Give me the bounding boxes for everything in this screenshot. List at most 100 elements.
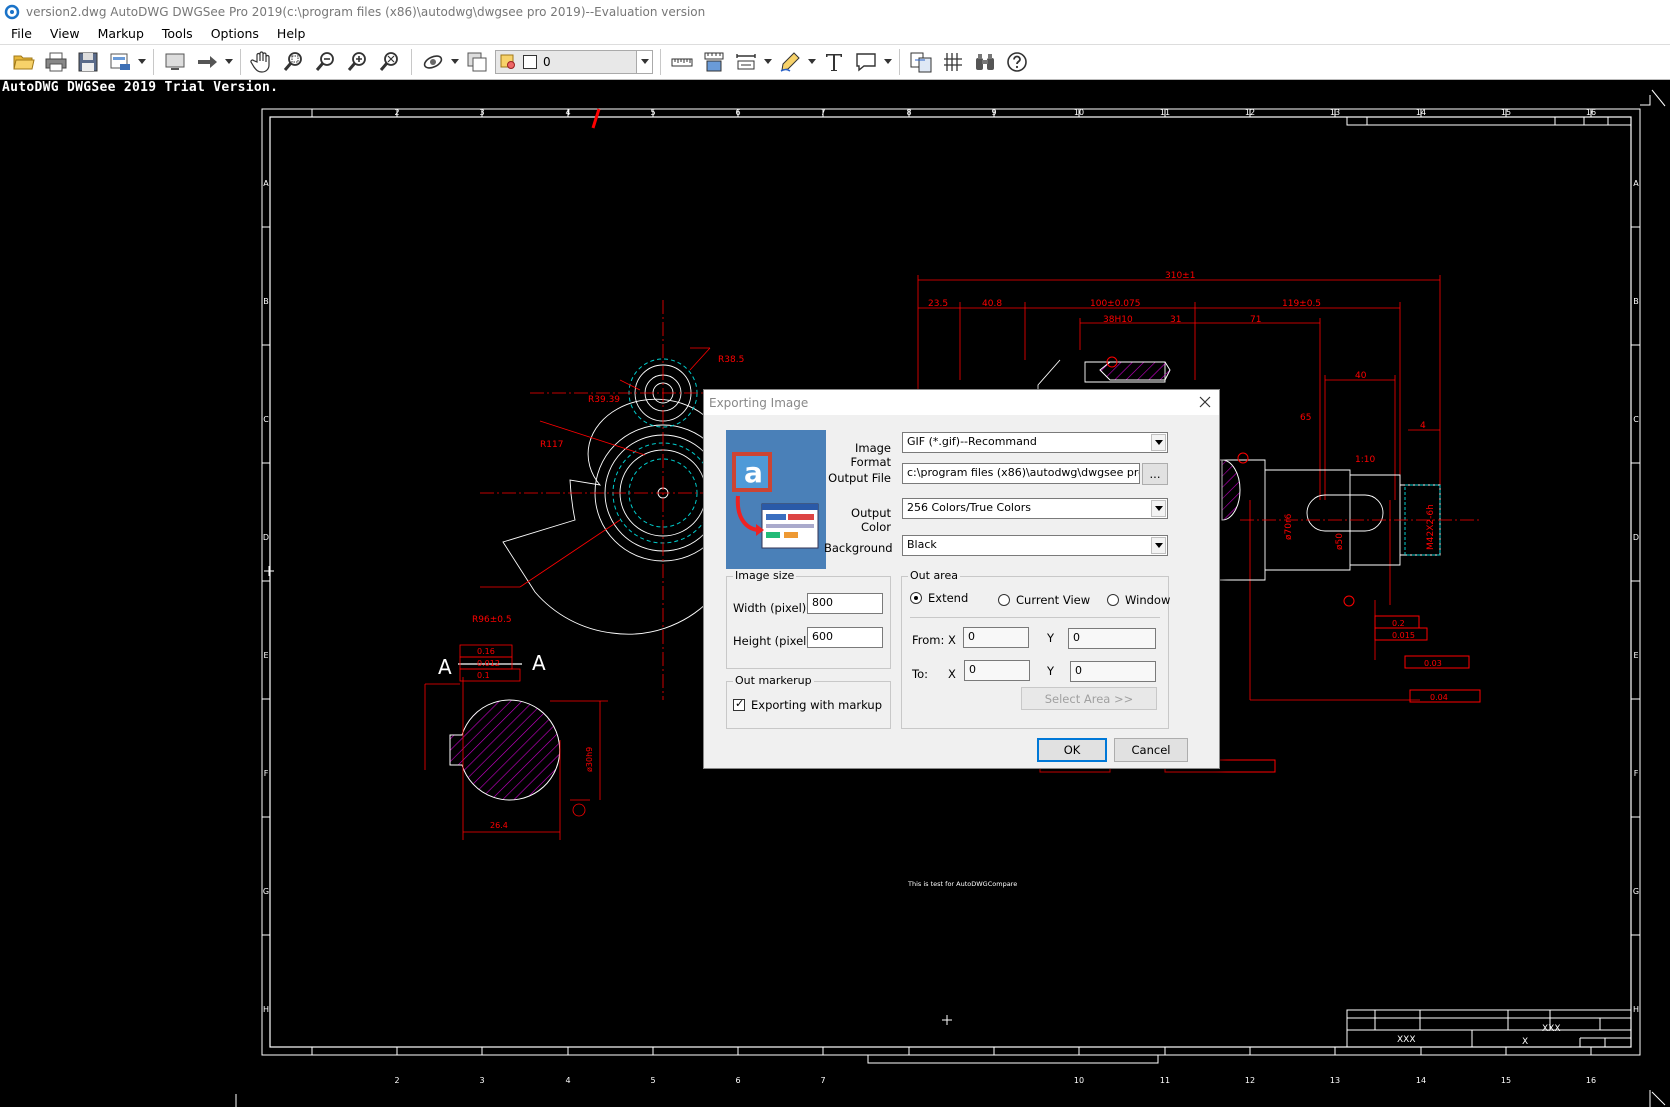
trial-version-label: AutoDWG DWGSee 2019 Trial Version.	[2, 80, 279, 95]
markup-pen-dropdown[interactable]	[806, 47, 818, 77]
height-input[interactable]: 600	[807, 627, 883, 648]
from-y-label: Y	[1047, 631, 1055, 645]
from-label: From:	[912, 633, 945, 647]
browse-button[interactable]: ...	[1142, 463, 1168, 485]
chevron-down-icon	[884, 59, 892, 64]
background-dropdown[interactable]	[1151, 537, 1166, 554]
next-button[interactable]	[191, 47, 223, 77]
toolbar-separator	[899, 49, 900, 75]
col-number: 4	[565, 108, 570, 117]
background-value: Black	[907, 538, 937, 551]
zoom-extents-button[interactable]	[374, 47, 406, 77]
zoom-window-button[interactable]	[278, 47, 310, 77]
exporting-markup-checkbox[interactable]: Exporting with markup	[733, 697, 882, 712]
export-dropdown[interactable]	[136, 47, 148, 77]
col-number: 2	[394, 108, 399, 117]
menu-options[interactable]: Options	[202, 24, 268, 44]
shaft-hatch	[1099, 361, 1171, 381]
section-aa-hatch	[449, 699, 561, 801]
next-dropdown[interactable]	[223, 47, 235, 77]
dimension-dropdown[interactable]	[762, 47, 774, 77]
corner-line	[1651, 89, 1666, 107]
title-block-x: X	[1522, 1037, 1528, 1047]
export-button[interactable]	[104, 47, 136, 77]
dim-m42: M42X2-6h	[1426, 504, 1436, 550]
output-color-dropdown[interactable]	[1151, 500, 1166, 517]
dimension-button[interactable]	[730, 47, 762, 77]
image-size-title: Image size	[733, 569, 797, 582]
output-file-input[interactable]: c:\program files (x86)\autodwg\dwgsee pr…	[902, 463, 1140, 484]
chevron-down-icon	[225, 59, 233, 64]
col-number: 6	[735, 108, 740, 117]
pan-button[interactable]	[246, 47, 278, 77]
open-button[interactable]	[8, 47, 40, 77]
col-number: 8	[906, 108, 911, 117]
save-button[interactable]	[72, 47, 104, 77]
dialog-title: Exporting Image	[709, 395, 809, 410]
zoom-in-button[interactable]	[342, 47, 374, 77]
image-format-dropdown[interactable]	[1151, 434, 1166, 451]
layer-combo[interactable]: 0	[495, 50, 653, 74]
layers-button[interactable]	[461, 47, 493, 77]
layers-icon	[467, 52, 487, 72]
row-letter: C	[263, 415, 269, 424]
menu-view[interactable]: View	[41, 24, 89, 44]
measure-distance-button[interactable]	[666, 47, 698, 77]
comment-dropdown[interactable]	[882, 47, 894, 77]
output-color-select[interactable]: 256 Colors/True Colors	[902, 498, 1168, 519]
dim-d408: 40.8	[982, 299, 1002, 309]
title-block-xxx: XXX	[1542, 1024, 1561, 1034]
close-icon[interactable]	[1197, 394, 1213, 410]
to-y-input[interactable]: 0	[1070, 661, 1156, 682]
orbit-button[interactable]	[417, 47, 449, 77]
extend-radio[interactable]: Extend	[910, 591, 968, 605]
menu-tools[interactable]: Tools	[153, 24, 202, 44]
dim-d31: 31	[1170, 315, 1181, 325]
width-input[interactable]: 800	[807, 593, 883, 614]
comment-button[interactable]	[850, 47, 882, 77]
tol-5: 0.015	[1392, 631, 1415, 640]
current-view-radio[interactable]: Current View	[998, 593, 1090, 607]
window-radio[interactable]: Window	[1107, 593, 1170, 607]
layout-button[interactable]	[159, 47, 191, 77]
help-button[interactable]	[1001, 47, 1033, 77]
row-letter: F	[1634, 769, 1639, 778]
tol-6: 0.03	[1424, 659, 1442, 668]
compare-button[interactable]	[905, 47, 937, 77]
menu-file[interactable]: File	[2, 24, 41, 44]
shaft-hatch-2	[1221, 459, 1241, 521]
orbit-dropdown[interactable]	[449, 47, 461, 77]
layer-sun-icon	[500, 54, 515, 69]
from-y-input[interactable]: 0	[1068, 628, 1156, 649]
cancel-button[interactable]: Cancel	[1114, 738, 1188, 762]
to-x-input[interactable]: 0	[964, 660, 1030, 681]
text-button[interactable]	[818, 47, 850, 77]
title-block-xxx: XXX	[1397, 1035, 1416, 1045]
to-y-label: Y	[1047, 664, 1055, 678]
layer-dropdown[interactable]	[636, 51, 652, 73]
col-number: 11	[1160, 1076, 1170, 1085]
hatch-button[interactable]	[937, 47, 969, 77]
print-button[interactable]	[40, 47, 72, 77]
binoculars-button[interactable]	[969, 47, 1001, 77]
markup-pen-button[interactable]	[774, 47, 806, 77]
row-letter: A	[1633, 179, 1639, 188]
row-letter: H	[263, 1005, 269, 1014]
image-format-select[interactable]: GIF (*.gif)--Recommand	[902, 432, 1168, 453]
background-select[interactable]: Black	[902, 535, 1168, 556]
background-label: Background	[824, 541, 893, 555]
monitor-icon	[165, 53, 185, 70]
out-markup-group: Out markerup Exporting with markup	[726, 674, 891, 729]
measure-area-button[interactable]	[698, 47, 730, 77]
dim-d38: 38H10	[1103, 315, 1133, 325]
zoom-out-button[interactable]	[310, 47, 342, 77]
toolbar-separator	[153, 49, 154, 75]
tol-1: 0.16	[477, 647, 495, 656]
col-number: 10	[1074, 1076, 1084, 1085]
menu-markup[interactable]: Markup	[89, 24, 153, 44]
section-label-a-left: A	[438, 655, 452, 679]
ok-button[interactable]: OK	[1037, 738, 1107, 762]
from-x-input[interactable]: 0	[963, 627, 1029, 648]
menu-help[interactable]: Help	[268, 24, 315, 44]
select-area-button[interactable]: Select Area >>	[1021, 687, 1157, 710]
